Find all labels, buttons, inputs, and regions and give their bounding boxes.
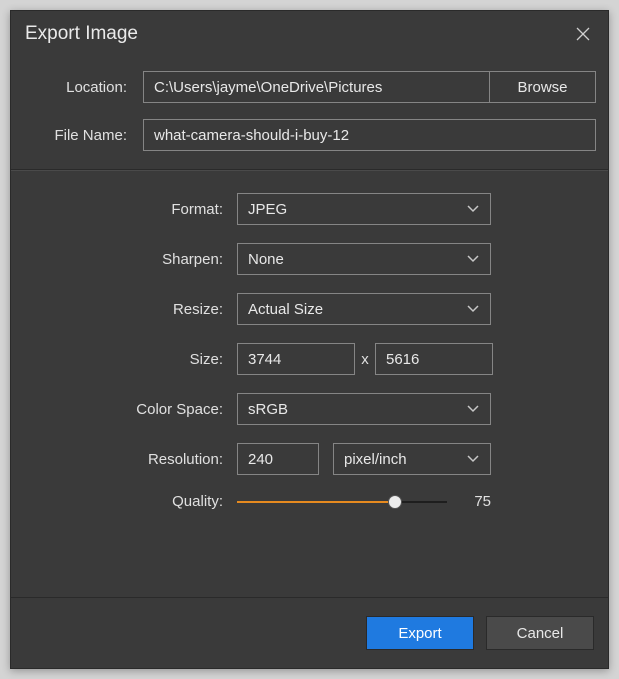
size-height-input[interactable]: [375, 343, 493, 375]
export-button[interactable]: Export: [366, 616, 474, 650]
colorspace-value: sRGB: [248, 401, 288, 418]
resolution-input[interactable]: [237, 443, 319, 475]
dialog-title: Export Image: [25, 23, 138, 45]
size-label: Size:: [23, 351, 237, 368]
titlebar: Export Image: [11, 11, 608, 59]
size-separator: x: [355, 351, 375, 368]
chevron-down-icon: [466, 451, 480, 468]
dialog-footer: Export Cancel: [11, 597, 608, 668]
chevron-down-icon: [466, 201, 480, 218]
sharpen-select[interactable]: None: [237, 243, 491, 275]
cancel-button[interactable]: Cancel: [486, 616, 594, 650]
resize-select[interactable]: Actual Size: [237, 293, 491, 325]
format-label: Format:: [23, 201, 237, 218]
sharpen-value: None: [248, 251, 284, 268]
chevron-down-icon: [466, 301, 480, 318]
resize-label: Resize:: [23, 301, 237, 318]
close-icon: [575, 26, 591, 42]
resize-value: Actual Size: [248, 301, 323, 318]
location-label: Location:: [23, 79, 143, 96]
colorspace-label: Color Space:: [23, 401, 237, 418]
colorspace-select[interactable]: sRGB: [237, 393, 491, 425]
filename-input[interactable]: [143, 119, 596, 151]
slider-fill: [237, 501, 395, 503]
location-input[interactable]: [143, 71, 490, 103]
sharpen-label: Sharpen:: [23, 251, 237, 268]
filename-label: File Name:: [23, 127, 143, 144]
options-section: Format: JPEG Sharpen: None Resize: Actua…: [11, 171, 608, 538]
format-value: JPEG: [248, 201, 287, 218]
chevron-down-icon: [466, 401, 480, 418]
export-image-dialog: Export Image Location: Browse File Name:…: [10, 10, 609, 669]
format-select[interactable]: JPEG: [237, 193, 491, 225]
quality-slider[interactable]: [237, 494, 447, 510]
browse-button[interactable]: Browse: [490, 71, 596, 103]
resolution-label: Resolution:: [23, 451, 237, 468]
chevron-down-icon: [466, 251, 480, 268]
quality-label: Quality:: [23, 493, 237, 510]
size-width-input[interactable]: [237, 343, 355, 375]
quality-value: 75: [465, 493, 491, 510]
close-button[interactable]: [574, 25, 592, 43]
resolution-unit-select[interactable]: pixel/inch: [333, 443, 491, 475]
slider-thumb[interactable]: [388, 495, 402, 509]
resolution-unit-value: pixel/inch: [344, 451, 407, 468]
file-section: Location: Browse File Name:: [11, 59, 608, 169]
